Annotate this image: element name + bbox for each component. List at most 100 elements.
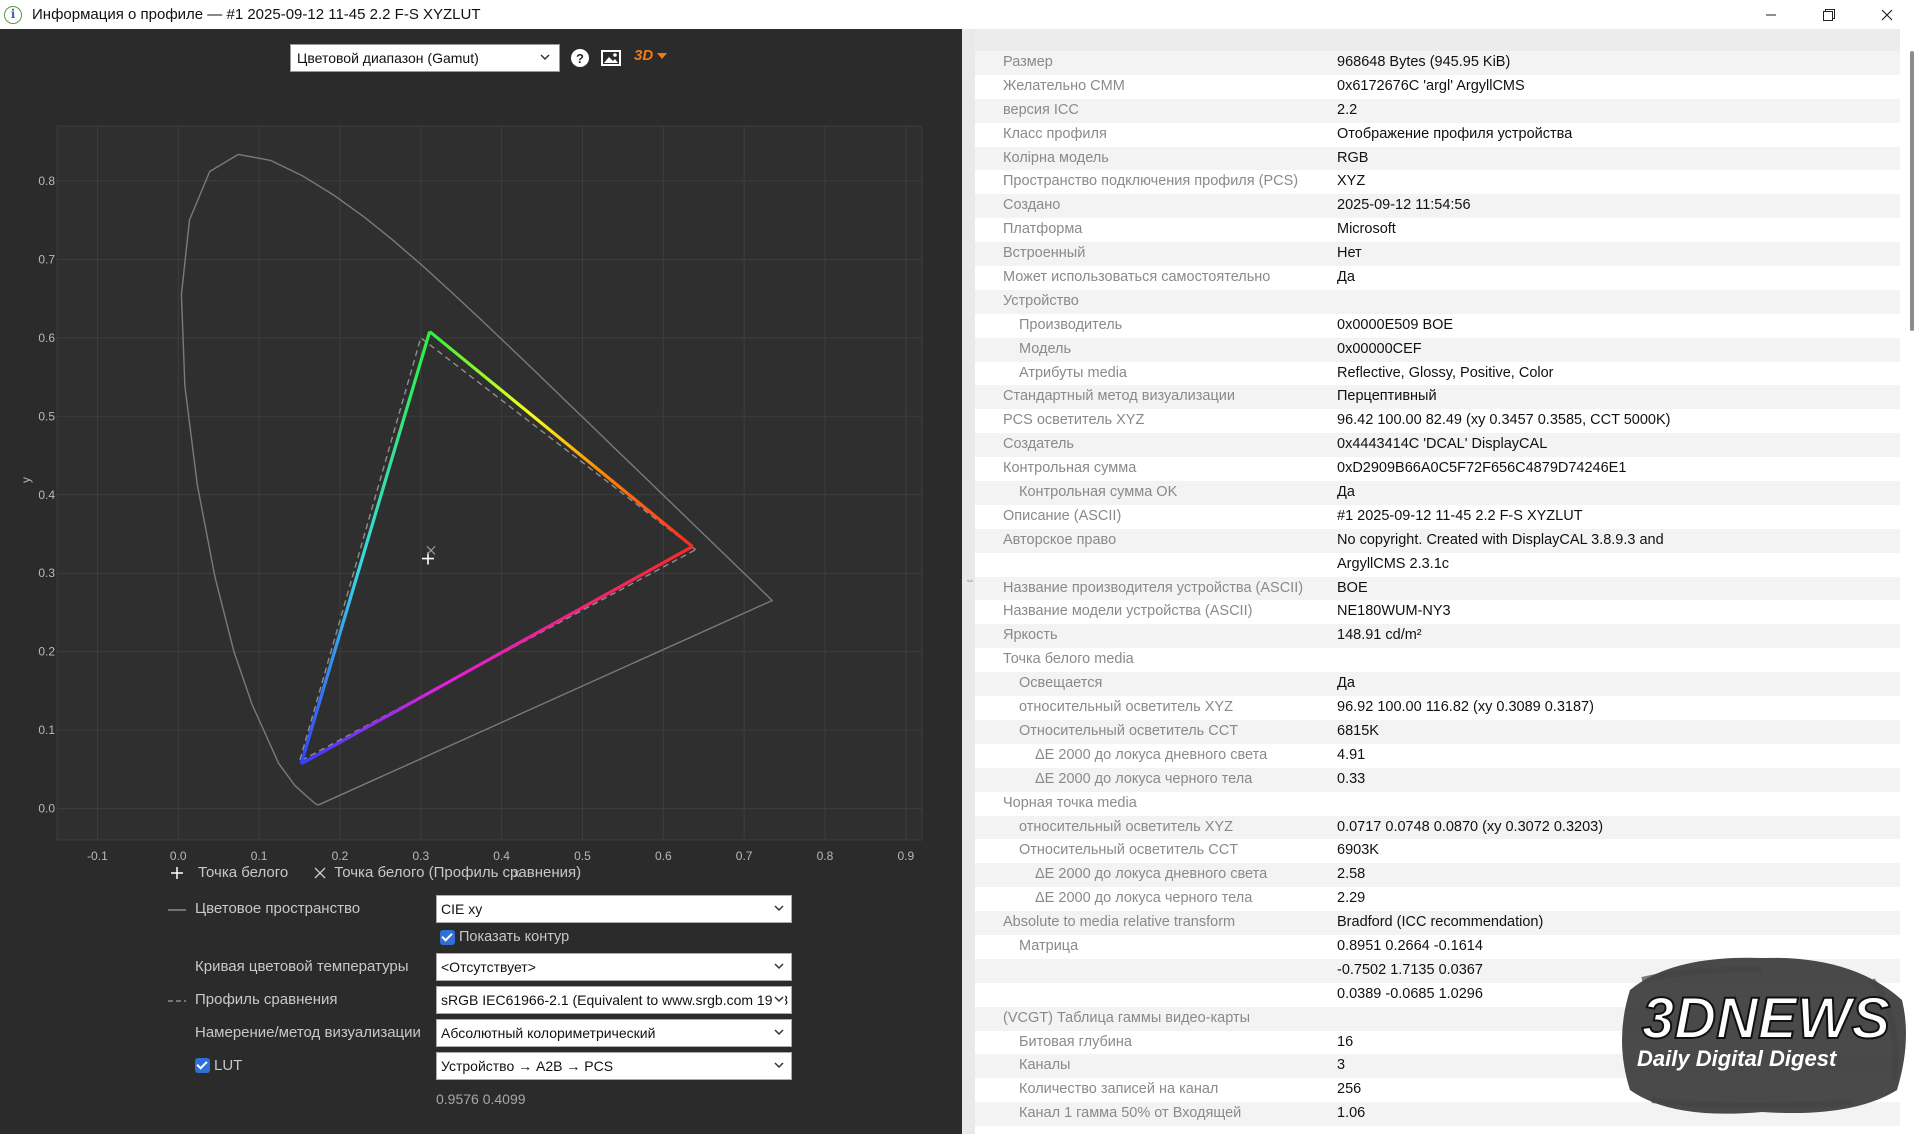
- close-button[interactable]: [1858, 0, 1916, 29]
- info-row: Может использоваться самостоятельно Да: [975, 266, 1900, 290]
- show-outline-checkbox[interactable]: [440, 929, 455, 945]
- x-tick-label: 0.8: [817, 849, 834, 863]
- lut-select-value: Устройство → A2B → PCS: [441, 1058, 614, 1074]
- y-tick-label: 0.6: [38, 331, 55, 345]
- intent-label: Намерение/метод визуализации: [195, 1024, 421, 1041]
- restore-icon: [1823, 8, 1835, 21]
- info-value: 0x00000CEF: [1337, 340, 1422, 357]
- info-row: Описание (ASCII) #1 2025-09-12 11-45 2.2 …: [975, 504, 1900, 529]
- info-value: 2025-09-12 11:54:56: [1337, 197, 1471, 214]
- watermark-subtitle: Daily Digital Digest: [1637, 1046, 1838, 1071]
- info-key: Контрольная сумма: [1003, 460, 1137, 477]
- close-icon: [1881, 9, 1893, 20]
- info-key: Желательно CMM: [1003, 77, 1125, 94]
- info-key: Колірна модель: [1003, 149, 1109, 166]
- x-tick-label: 0.2: [332, 849, 349, 863]
- info-key: Платформа: [1003, 221, 1083, 238]
- info-value: RGB: [1337, 149, 1369, 166]
- y-tick-label: 0.5: [38, 409, 55, 423]
- restore-button[interactable]: [1800, 0, 1858, 29]
- solid-line-icon: [168, 909, 186, 911]
- dashed-line-icon: [168, 1000, 186, 1002]
- info-key: Контрольная сумма OK: [1019, 484, 1178, 501]
- info-key: Модель: [1019, 340, 1072, 357]
- info-value: 0x4443414C 'DCAL' DisplayCAL: [1337, 436, 1548, 453]
- cct-curve-select[interactable]: <Отсутствует>: [436, 953, 792, 981]
- colorspace-select[interactable]: CIE xy: [436, 895, 792, 923]
- chevron-down-icon: [774, 1062, 784, 1069]
- info-row: Модель 0x00000CEF: [975, 337, 1900, 362]
- caret-down-icon: [657, 53, 668, 60]
- view-select[interactable]: Цветовой диапазон (Gamut): [290, 44, 560, 72]
- view-select-value: Цветовой диапазон (Gamut): [297, 50, 479, 66]
- info-value: 4.91: [1337, 746, 1366, 763]
- info-key: Освещается: [1019, 675, 1103, 692]
- help-icon[interactable]: ?: [570, 48, 590, 68]
- info-key: Атрибуты media: [1019, 364, 1127, 381]
- info-row: ΔE 2000 до локуса дневного света 4.91: [975, 743, 1900, 768]
- legend-whitepoint: Точка белого Точка белого (Профиль сравн…: [170, 864, 581, 881]
- info-row: Название модели устройства (ASCII) NE180W…: [975, 600, 1900, 625]
- info-value: 2.58: [1337, 866, 1366, 883]
- 3d-view-button[interactable]: 3D: [634, 47, 674, 69]
- info-key: Относительный осветитель CCT: [1019, 842, 1239, 859]
- info-key: Absolute to media relative transform: [1003, 914, 1236, 931]
- colorspace-label: Цветовое пространство: [195, 900, 361, 917]
- cursor-coords-readout: 0.9576 0.4099: [436, 1091, 526, 1107]
- lut-select[interactable]: Устройство → A2B → PCS: [436, 1052, 792, 1080]
- chevron-down-icon: [540, 54, 550, 61]
- intent-select[interactable]: Абсолютный колориметрический: [436, 1019, 792, 1047]
- info-value: 2.29: [1337, 890, 1366, 907]
- compare-profile-select-value: sRGB IEC61966-2.1 (Equivalent to www.srg…: [441, 992, 791, 1008]
- info-row: Название производителя устройства (ASCII…: [975, 576, 1900, 601]
- info-value: Reflective, Glossy, Positive, Color: [1337, 364, 1554, 381]
- info-row: Пространство подключения профиля (PCS) XY…: [975, 170, 1900, 195]
- info-value: 16: [1337, 1033, 1354, 1050]
- chevron-down-icon: [774, 1029, 784, 1036]
- info-value: 0.0389 -0.0685 1.0296: [1337, 985, 1483, 1002]
- info-row: ΔE 2000 до локуса черного тела 0.33: [975, 767, 1900, 792]
- info-key: Яркость: [1003, 627, 1058, 644]
- info-key: Производитель: [1019, 316, 1123, 333]
- info-row: Точка белого media: [975, 648, 1900, 673]
- scrollbar-thumb[interactable]: [1910, 51, 1914, 331]
- lut-option[interactable]: LUT: [195, 1057, 242, 1074]
- info-value: 2.2: [1337, 101, 1358, 118]
- title-bar: i Информация о профиле — #1 2025-09-12 1…: [0, 0, 1920, 29]
- info-row: Производитель 0x0000E509 BOE: [975, 313, 1900, 338]
- info-key: Размер: [1003, 54, 1053, 70]
- compare-profile-select[interactable]: sRGB IEC61966-2.1 (Equivalent to www.srg…: [436, 986, 792, 1014]
- lut-checkbox[interactable]: [195, 1058, 210, 1073]
- info-row: Колірна модель RGB: [975, 146, 1900, 171]
- y-axis-label: y: [19, 477, 33, 483]
- lut-label: LUT: [214, 1057, 243, 1074]
- image-export-icon[interactable]: [600, 48, 622, 68]
- info-value: 96.42 100.00 82.49 (xy 0.3457 0.3585, CC…: [1337, 412, 1671, 429]
- show-outline-label: Показать контур: [459, 929, 570, 945]
- info-value: BOE: [1337, 579, 1368, 596]
- info-value: 256: [1337, 1081, 1362, 1098]
- info-key: PCS осветитель XYZ: [1003, 412, 1145, 429]
- whitepoint-label: Точка белого: [198, 864, 289, 881]
- info-key: Описание (ASCII): [1003, 507, 1122, 524]
- info-row: Яркость 148.91 cd/m²: [975, 624, 1900, 649]
- panel-splitter[interactable]: ⇔: [962, 29, 975, 1134]
- cct-curve-select-value: <Отсутствует>: [441, 959, 536, 975]
- info-value: NE180WUM-NY3: [1337, 603, 1451, 620]
- crosshair-icon: [171, 866, 183, 879]
- 3dnews-watermark-logo: 3DNEWS Daily Digital Digest: [1622, 957, 1906, 1114]
- info-row: Чорная точка media: [975, 791, 1900, 816]
- info-row: Контрольная сумма 0xD2909B66A0C5F72F656C4…: [975, 457, 1900, 482]
- y-tick-label: 0.1: [38, 723, 55, 737]
- grip-icon: ⇔: [965, 575, 975, 586]
- show-outline-option[interactable]: Показать контур: [440, 929, 569, 945]
- info-value: Перцептивный: [1337, 388, 1437, 405]
- chevron-down-icon: [774, 905, 784, 912]
- y-tick-label: 0.4: [38, 488, 55, 502]
- info-key: Устройство: [1003, 292, 1079, 309]
- info-key: Создано: [1003, 197, 1061, 214]
- minimize-button[interactable]: [1742, 0, 1800, 29]
- info-row: версия ICC 2.2: [975, 98, 1900, 123]
- info-row: Контрольная сумма OK Да: [975, 481, 1900, 505]
- info-value: 6903K: [1337, 842, 1379, 859]
